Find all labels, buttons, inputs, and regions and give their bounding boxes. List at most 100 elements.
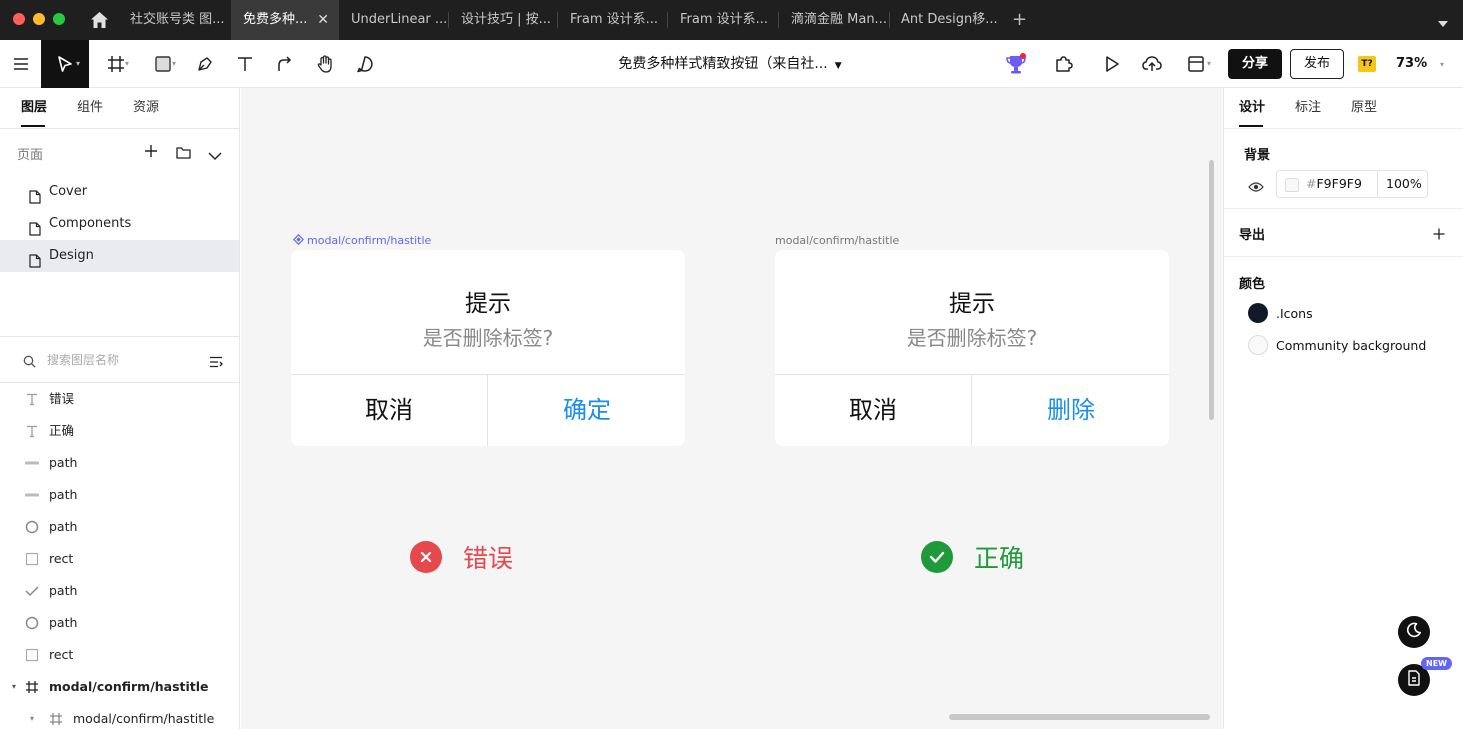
frame-icon xyxy=(24,679,40,695)
layer-row[interactable]: path xyxy=(0,511,239,543)
tab-assets[interactable]: 资源 xyxy=(133,88,159,128)
browser-tab-active[interactable]: 免费多种... ✕ xyxy=(231,0,339,40)
browser-tab[interactable]: Fram 设计系... xyxy=(668,0,778,40)
layer-row-frame[interactable]: ▾ modal/confirm/hastitle xyxy=(0,671,239,703)
layer-row[interactable]: path xyxy=(0,575,239,607)
tab-bar: 社交账号类 图... 免费多种... ✕ UnderLinear ... 设计技巧… xyxy=(0,0,1463,40)
new-tab-icon[interactable]: + xyxy=(1012,9,1027,30)
layout-icon[interactable]: ▾ xyxy=(1180,40,1212,88)
background-color-field[interactable]: #F9F9F9 100% xyxy=(1276,170,1428,198)
close-window-button[interactable] xyxy=(13,13,25,25)
tab-list-chevron-icon[interactable] xyxy=(1437,14,1449,33)
filter-list-icon[interactable] xyxy=(209,353,223,372)
layer-row[interactable]: 错误 xyxy=(0,383,239,415)
layer-row[interactable]: path xyxy=(0,607,239,639)
maximize-window-button[interactable] xyxy=(53,13,65,25)
text-tool-icon[interactable] xyxy=(229,40,261,88)
tab-prototype[interactable]: 原型 xyxy=(1351,88,1377,128)
pen-tool-icon[interactable] xyxy=(189,40,221,88)
right-indicator[interactable]: 正确 xyxy=(921,539,1024,575)
tab-label: UnderLinear ... xyxy=(351,12,447,27)
frame-label-text: modal/confirm/hastitle xyxy=(307,234,432,247)
color-style-item[interactable]: .Icons xyxy=(1248,303,1313,323)
browser-tab[interactable]: Ant Design移... xyxy=(889,0,999,40)
confirm-modal[interactable]: 提示 是否删除标签? 取消 删除 xyxy=(775,250,1169,446)
share-button[interactable]: 分享 xyxy=(1228,49,1282,79)
confirm-modal[interactable]: 提示 是否删除标签? 取消 确定 xyxy=(291,250,685,446)
collapse-pages-chevron-icon[interactable] xyxy=(208,146,222,165)
tab-inspect[interactable]: 标注 xyxy=(1295,88,1321,128)
color-style-name: .Icons xyxy=(1276,305,1313,321)
color-style-name: Community background xyxy=(1276,337,1427,353)
tab-label: 社交账号类 图... xyxy=(130,12,225,27)
zoom-chevron-icon[interactable]: ▾ xyxy=(1440,60,1444,69)
page-item-components[interactable]: Components xyxy=(0,208,239,240)
background-hex[interactable]: #F9F9F9 xyxy=(1306,171,1362,197)
upload-cloud-icon[interactable] xyxy=(1136,40,1168,88)
expand-caret-icon[interactable]: ▾ xyxy=(30,703,34,729)
expand-caret-icon[interactable]: ▾ xyxy=(12,671,16,703)
layer-label: path xyxy=(49,615,78,630)
tab-label: 滴滴金融 Man... xyxy=(791,12,887,27)
layer-row[interactable]: rect xyxy=(0,639,239,671)
page-item-design[interactable]: Design xyxy=(0,240,239,272)
page-item-cover[interactable]: Cover xyxy=(0,176,239,208)
frame-tool-icon[interactable]: ▾ xyxy=(98,40,134,88)
zoom-level[interactable]: 73% xyxy=(1396,40,1427,88)
wrong-indicator[interactable]: 错误 xyxy=(410,539,513,575)
tab-design[interactable]: 设计 xyxy=(1239,88,1265,128)
menu-icon[interactable] xyxy=(0,40,41,88)
add-export-icon[interactable] xyxy=(1433,225,1445,244)
design-canvas[interactable]: modal/confirm/hastitle 提示 是否删除标签? 取消 确定 … xyxy=(241,88,1222,729)
connector-tool-icon[interactable] xyxy=(269,40,301,88)
play-icon[interactable] xyxy=(1096,40,1128,88)
modal-cancel-button[interactable]: 取消 xyxy=(291,375,487,446)
tab-layers[interactable]: 图层 xyxy=(21,88,47,128)
layer-row[interactable]: path xyxy=(0,447,239,479)
trophy-icon[interactable] xyxy=(1000,40,1032,88)
home-icon[interactable] xyxy=(90,11,109,33)
dark-mode-button[interactable] xyxy=(1398,616,1430,648)
color-style-item[interactable]: Community background xyxy=(1248,335,1426,355)
plugin-badge[interactable]: T? xyxy=(1358,56,1376,72)
eye-icon[interactable] xyxy=(1248,178,1264,197)
hand-tool-icon[interactable] xyxy=(309,40,341,88)
frame-label[interactable]: modal/confirm/hastitle xyxy=(775,234,899,247)
shape-tool-icon[interactable]: ▾ xyxy=(145,40,181,88)
move-tool-icon[interactable]: ▾ xyxy=(41,40,89,88)
layer-row[interactable]: rect xyxy=(0,543,239,575)
layer-row-frame[interactable]: ▾ modal/confirm/hastitle xyxy=(0,703,239,729)
browser-tab[interactable]: UnderLinear ... xyxy=(339,0,447,40)
layer-row[interactable]: 正确 xyxy=(0,415,239,447)
close-tab-icon[interactable]: ✕ xyxy=(317,0,329,40)
layer-row[interactable]: path xyxy=(0,479,239,511)
layer-search-input[interactable]: 搜索图层名称 xyxy=(47,351,119,368)
check-circle-icon xyxy=(921,541,953,573)
background-swatch[interactable] xyxy=(1285,178,1299,192)
modal-confirm-button[interactable]: 确定 xyxy=(489,375,685,446)
tab-components[interactable]: 组件 xyxy=(77,88,103,128)
divider xyxy=(0,128,239,129)
browser-tab[interactable]: 滴滴金融 Man... xyxy=(779,0,889,40)
browser-tab[interactable]: Fram 设计系... xyxy=(558,0,666,40)
horizontal-scrollbar[interactable] xyxy=(949,714,1210,720)
comment-tool-icon[interactable] xyxy=(349,40,381,88)
modal-delete-button[interactable]: 删除 xyxy=(973,375,1169,446)
folder-icon[interactable] xyxy=(176,144,191,163)
add-page-icon[interactable] xyxy=(144,143,158,162)
page-item-label: Cover xyxy=(49,184,88,199)
browser-tab[interactable]: 社交账号类 图... xyxy=(118,0,230,40)
vertical-scrollbar[interactable] xyxy=(1209,160,1214,420)
tab-label: Fram 设计系... xyxy=(680,12,769,27)
frame-label[interactable]: modal/confirm/hastitle xyxy=(292,233,432,248)
modal-title: 提示 xyxy=(465,291,511,317)
modal-cancel-button[interactable]: 取消 xyxy=(775,375,971,446)
plugin-icon[interactable] xyxy=(1048,40,1080,88)
document-title[interactable]: 免费多种样式精致按钮（来自社... ▼ xyxy=(560,40,900,88)
text-icon xyxy=(24,391,40,407)
export-heading: 导出 xyxy=(1239,228,1266,243)
background-opacity[interactable]: 100% xyxy=(1377,171,1422,197)
publish-button[interactable]: 发布 xyxy=(1290,49,1344,79)
minimize-window-button[interactable] xyxy=(33,13,45,25)
browser-tab[interactable]: 设计技巧 | 按... xyxy=(449,0,557,40)
